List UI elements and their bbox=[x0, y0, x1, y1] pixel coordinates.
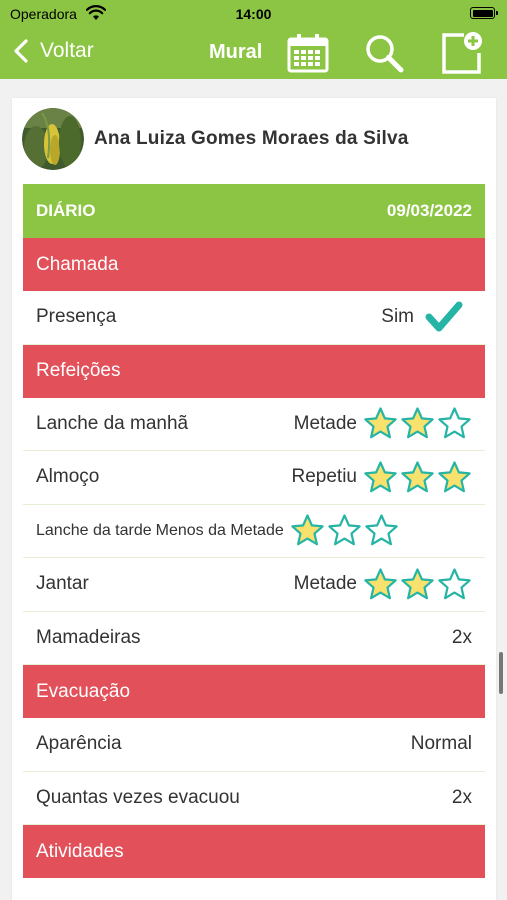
row-label: Lanche da manhã bbox=[36, 412, 189, 434]
checkmark-icon bbox=[425, 301, 463, 332]
chevron-left-icon bbox=[14, 39, 28, 63]
row-value: 2x bbox=[451, 786, 472, 808]
back-label: Voltar bbox=[40, 39, 94, 62]
evacuou-row: Quantas vezes evacuou 2x bbox=[23, 772, 485, 825]
star-filled-icon bbox=[438, 461, 471, 493]
row-value: Repetiu bbox=[291, 466, 358, 488]
star-empty-icon bbox=[438, 568, 471, 600]
row-value: Normal bbox=[410, 733, 472, 755]
star-empty-icon bbox=[328, 514, 361, 546]
row-value: Metade bbox=[293, 573, 357, 595]
section-title: Refeições bbox=[36, 360, 121, 381]
new-post-icon[interactable] bbox=[440, 31, 484, 75]
star-filled-icon bbox=[401, 407, 434, 439]
star-filled-icon bbox=[291, 514, 324, 546]
row-label: Almoço bbox=[36, 466, 100, 488]
battery-icon bbox=[470, 7, 498, 19]
profile-header: Ana Luiza Gomes Moraes da Silva bbox=[22, 108, 409, 170]
star-empty-icon bbox=[438, 407, 471, 439]
meal-row: Lanche da manhã Metade bbox=[23, 398, 485, 451]
student-name: Ana Luiza Gomes Moraes da Silva bbox=[94, 128, 409, 149]
star-filled-icon bbox=[401, 568, 434, 600]
mamadeiras-row: Mamadeiras 2x bbox=[23, 612, 485, 665]
star-rating bbox=[363, 460, 472, 495]
section-refeicoes: Refeições bbox=[23, 344, 485, 398]
presenca-row: Presença Sim bbox=[23, 291, 485, 345]
row-value: Sim bbox=[381, 306, 414, 328]
page-title: Mural bbox=[209, 41, 263, 63]
row-value: 2x bbox=[451, 626, 472, 648]
meal-row: Jantar Metade bbox=[23, 558, 485, 612]
meal-row: Lanche da tarde Menos da Metade bbox=[23, 505, 485, 558]
star-filled-icon bbox=[364, 568, 397, 600]
section-atividades: Atividades bbox=[23, 825, 485, 878]
row-value: Metade bbox=[293, 412, 357, 434]
section-evacuacao: Evacuação bbox=[23, 665, 485, 718]
row-label: Mamadeiras bbox=[36, 626, 141, 648]
scrollbar[interactable] bbox=[499, 652, 503, 694]
post-card: Ana Luiza Gomes Moraes da Silva DIÁRIO 0… bbox=[12, 98, 496, 900]
star-filled-icon bbox=[401, 461, 434, 493]
clock: 14:00 bbox=[235, 6, 272, 22]
star-rating bbox=[290, 513, 399, 548]
star-rating bbox=[363, 406, 472, 441]
diary-header: DIÁRIO 09/03/2022 bbox=[23, 184, 485, 238]
section-chamada: Chamada bbox=[23, 238, 485, 291]
section-title: Evacuação bbox=[36, 680, 131, 702]
aparencia-row: Aparência Normal bbox=[23, 718, 485, 772]
meal-row: Almoço Repetiu bbox=[23, 451, 485, 505]
star-empty-icon bbox=[365, 514, 398, 546]
star-rating bbox=[363, 567, 472, 602]
search-icon[interactable] bbox=[362, 31, 406, 75]
row-label: Lanche da tarde bbox=[36, 521, 152, 539]
row-label: Presença bbox=[36, 306, 117, 328]
star-filled-icon bbox=[364, 461, 397, 493]
back-button[interactable]: Voltar bbox=[12, 39, 94, 63]
row-value: Menos da Metade bbox=[155, 521, 284, 539]
row-label: Quantas vezes evacuou bbox=[36, 786, 240, 808]
section-title: Atividades bbox=[36, 840, 124, 862]
calendar-icon[interactable] bbox=[286, 31, 330, 75]
diary-report: DIÁRIO 09/03/2022 Chamada Presença Sim R… bbox=[23, 184, 485, 878]
row-label: Jantar bbox=[36, 573, 89, 595]
star-filled-icon bbox=[364, 407, 397, 439]
diary-date: 09/03/2022 bbox=[386, 201, 472, 220]
diary-label: DIÁRIO bbox=[36, 201, 96, 220]
row-label: Aparência bbox=[36, 733, 122, 755]
status-bar: Operadora 14:00 bbox=[0, 0, 507, 27]
nav-bar: Voltar Mural bbox=[0, 27, 507, 79]
section-title: Chamada bbox=[36, 253, 119, 275]
avatar[interactable] bbox=[22, 108, 84, 170]
